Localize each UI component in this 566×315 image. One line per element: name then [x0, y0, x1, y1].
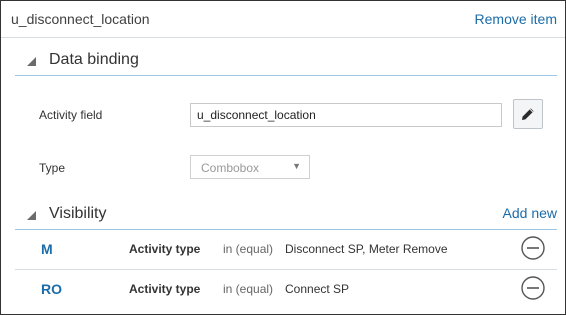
item-title: u_disconnect_location	[11, 11, 150, 27]
rule-condition: in (equal)	[223, 282, 274, 296]
rule-field: Activity type	[129, 242, 201, 256]
pencil-icon	[522, 108, 534, 120]
visibility-section-header[interactable]: Visibility Add new	[15, 199, 557, 230]
rule-values: Connect SP	[285, 282, 350, 296]
visibility-rule-row: RO Activity type in (equal) Connect SP	[15, 269, 557, 309]
item-header: u_disconnect_location Remove item	[1, 1, 565, 38]
data-binding-section-header[interactable]: Data binding	[15, 45, 557, 76]
rule-field: Activity type	[129, 282, 201, 296]
type-select[interactable]: Combobox ▼	[190, 155, 310, 179]
type-label: Type	[39, 161, 66, 175]
visibility-title: Visibility	[49, 205, 107, 222]
remove-item-link[interactable]: Remove item	[475, 11, 557, 27]
edit-button[interactable]	[513, 99, 543, 129]
add-new-link[interactable]: Add new	[503, 205, 557, 221]
minus-circle-icon[interactable]	[521, 236, 545, 260]
rule-code-link[interactable]: RO	[41, 281, 62, 297]
minus-circle-icon[interactable]	[521, 276, 545, 300]
type-select-value: Combobox	[201, 161, 260, 175]
visibility-rule-row: M Activity type in (equal) Disconnect SP…	[15, 229, 557, 270]
data-binding-title: Data binding	[49, 51, 139, 68]
activity-field-label: Activity field	[39, 108, 103, 122]
collapse-triangle-icon[interactable]	[27, 57, 36, 66]
chevron-down-icon: ▼	[292, 161, 301, 171]
item-properties-panel: u_disconnect_location Remove item Data b…	[0, 0, 566, 315]
rule-values: Disconnect SP, Meter Remove	[285, 242, 448, 256]
rule-code-link[interactable]: M	[41, 241, 53, 257]
activity-field-input[interactable]	[190, 103, 502, 127]
rule-condition: in (equal)	[223, 242, 274, 256]
collapse-triangle-icon[interactable]	[27, 211, 36, 220]
